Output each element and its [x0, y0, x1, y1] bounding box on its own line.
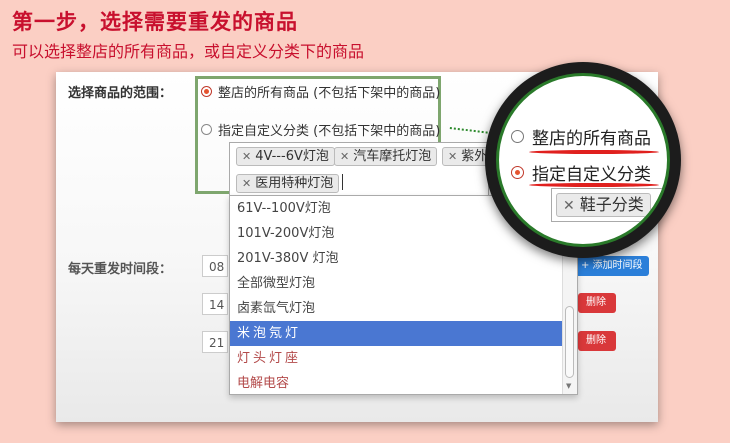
add-time-button[interactable]: + 添加时间段 — [575, 256, 649, 276]
dropdown-option[interactable]: 灯头灯座 — [230, 346, 563, 371]
scroll-down-arrow-icon[interactable]: ▼ — [566, 382, 571, 390]
category-chip[interactable]: ✕ 汽车摩托灯泡 — [334, 147, 438, 166]
text-caret — [342, 174, 343, 190]
category-chip[interactable]: ✕紫外线 — [442, 147, 488, 166]
radio-option-custom[interactable]: 指定自定义分类 (不包括下架中的商品) — [201, 120, 440, 139]
magnified-option-all: 整店的所有商品 — [511, 124, 651, 149]
magnified-radio-icon — [511, 130, 524, 143]
dropdown-option[interactable]: 全部微型灯泡 — [230, 271, 563, 296]
time-label: 每天重发时间段： — [68, 262, 173, 277]
chip-label: 汽车摩托灯泡 — [353, 149, 432, 164]
red-underline — [529, 150, 659, 154]
magnified-option-custom-label: 指定自定义分类 — [532, 165, 651, 185]
dropdown-option[interactable]: 201V-380V 灯泡 — [230, 246, 563, 271]
radio-option-custom-label: 指定自定义分类 (不包括下架中的商品) — [218, 124, 441, 139]
remove-chip-icon[interactable]: ✕ — [242, 150, 251, 163]
red-underline — [529, 183, 659, 187]
radio-button-icon[interactable] — [201, 124, 212, 135]
remove-chip-icon[interactable]: ✕ — [242, 177, 251, 190]
dropdown-option[interactable]: 电解电容 — [230, 371, 563, 396]
remove-chip-icon[interactable]: ✕ — [448, 150, 457, 163]
scrollbar-thumb[interactable] — [565, 306, 574, 378]
dropdown-option[interactable]: 卤素氙气灯泡 — [230, 296, 563, 321]
page-subtitle: 可以选择整店的所有商品，或自定义分类下的商品 — [12, 42, 365, 61]
dropdown-option-highlighted[interactable]: 米泡氖灯 — [230, 321, 563, 346]
time-input-1[interactable]: 08 — [202, 255, 228, 277]
magnified-option-all-label: 整店的所有商品 — [532, 129, 651, 149]
time-input-2[interactable]: 14 — [202, 293, 228, 315]
magnified-chip: ✕ 鞋子分类 — [556, 193, 651, 217]
delete-button[interactable]: 删除 — [578, 293, 616, 313]
page-title: 第一步，选择需要重发的商品 — [12, 10, 298, 34]
magnified-chip-box: ✕ 鞋子分类 — [551, 188, 667, 222]
magnified-remove-icon: ✕ — [563, 198, 575, 214]
magnified-chip-label: 鞋子分类 — [579, 195, 644, 214]
chip-label: 4V---6V灯泡 — [255, 149, 329, 164]
radio-option-all-label: 整店的所有商品 (不包括下架中的商品) — [218, 86, 441, 101]
magnifier-lens: 整店的所有商品 指定自定义分类 ✕ 鞋子分类 — [496, 73, 670, 247]
category-chip-input[interactable]: ✕ 4V---6V灯泡 ✕ 汽车摩托灯泡 ✕紫外线 ✕ 医用特种灯泡 — [229, 142, 489, 196]
time-input-3[interactable]: 21 — [202, 331, 228, 353]
chip-label: 医用特种灯泡 — [255, 176, 334, 191]
radio-option-all[interactable]: 整店的所有商品 (不包括下架中的商品) — [201, 82, 440, 101]
remove-chip-icon[interactable]: ✕ — [340, 150, 349, 163]
scope-label: 选择商品的范围： — [68, 86, 173, 101]
delete-button[interactable]: 删除 — [578, 331, 616, 351]
radio-button-selected-icon[interactable] — [201, 86, 212, 97]
magnified-radio-selected-icon — [511, 166, 524, 179]
magnified-option-custom: 指定自定义分类 — [511, 160, 651, 185]
category-chip[interactable]: ✕ 医用特种灯泡 — [236, 174, 340, 193]
category-chip[interactable]: ✕ 4V---6V灯泡 — [236, 147, 335, 166]
